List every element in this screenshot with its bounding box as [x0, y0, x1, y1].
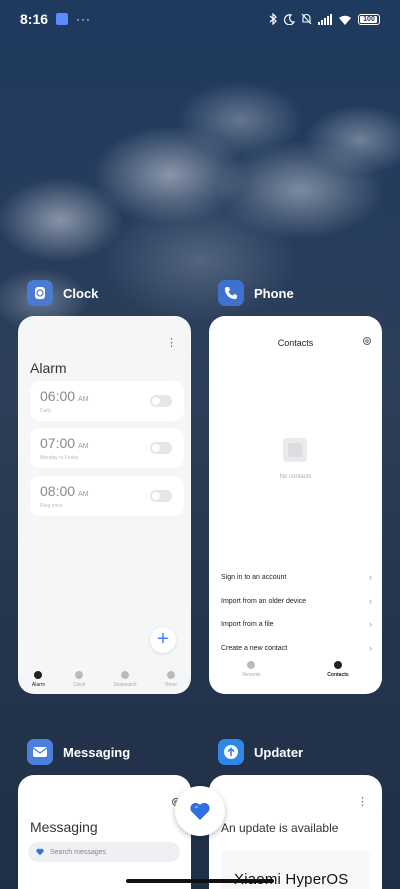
signal-icon	[318, 13, 332, 25]
row-label: Import from an older device	[221, 597, 307, 605]
phone-app-name: Phone	[254, 285, 294, 301]
alarm-subtitle: Ring once	[40, 503, 63, 509]
messaging-app-name: Messaging	[63, 744, 131, 760]
clock-bottom-nav: Alarm Clock Stopwatch Timer	[18, 671, 191, 688]
row-label: Import from a file	[221, 620, 274, 628]
stopwatch-icon	[120, 671, 129, 679]
floating-heart-button[interactable]	[175, 786, 225, 836]
contacts-screen-title: Contacts	[277, 338, 314, 348]
status-bar: 8:16 ··· 100	[0, 0, 400, 38]
phone-app-header[interactable]: Phone	[218, 280, 294, 306]
alarm-ampm: AM	[78, 443, 89, 450]
empty-contacts-icon	[283, 438, 307, 462]
alarm-icon	[34, 671, 43, 679]
updater-app-icon	[218, 739, 244, 765]
chevron-right-icon: ›	[369, 643, 372, 653]
phone-bottom-nav: Recents Contacts	[209, 661, 382, 678]
create-contact-row[interactable]: Create a new contact ›	[221, 643, 372, 653]
phone-app-card[interactable]: Contacts No contacts Sign in to an accou…	[209, 316, 382, 694]
alarm-item[interactable]: 06:00 AM Daily	[30, 381, 184, 421]
more-notifications-icon: ···	[76, 12, 92, 26]
recents-icon	[247, 661, 256, 669]
clock-app-card[interactable]: ⋮ Alarm 06:00 AM Daily 07:00 AM Monday to …	[18, 316, 191, 694]
clock-icon	[75, 671, 84, 679]
tab-label: Recents	[242, 672, 261, 678]
do-not-disturb-moon-icon	[284, 13, 295, 25]
alarm-item[interactable]: 07:00 AM Monday to Friday	[30, 428, 184, 468]
empty-contacts-text: No contacts	[279, 474, 312, 480]
clock-app-header[interactable]: Clock	[27, 280, 98, 306]
bluetooth-icon	[269, 13, 277, 25]
chevron-right-icon: ›	[369, 596, 372, 606]
tab-alarm[interactable]: Alarm	[32, 671, 45, 688]
updater-app-header[interactable]: Updater	[218, 739, 303, 765]
wifi-icon	[339, 15, 351, 25]
tab-stopwatch[interactable]: Stopwatch	[113, 671, 137, 688]
phone-app-icon	[218, 280, 244, 306]
alarm-ampm: AM	[78, 491, 89, 498]
alarm-toggle[interactable]	[150, 395, 172, 407]
silent-bell-icon	[301, 13, 312, 25]
search-placeholder: Search messages	[50, 848, 107, 856]
import-older-device-row[interactable]: Import from an older device ›	[221, 596, 372, 606]
tab-timer[interactable]: Timer	[164, 671, 177, 688]
tab-label: Contacts	[327, 672, 349, 678]
tab-label: Stopwatch	[113, 682, 137, 688]
alarm-subtitle: Monday to Friday	[40, 455, 79, 461]
tab-label: Clock	[72, 682, 86, 688]
heart-icon	[190, 802, 210, 820]
chevron-right-icon: ›	[369, 619, 372, 629]
tab-label: Timer	[164, 682, 178, 688]
tab-contacts[interactable]: Contacts	[327, 661, 349, 678]
alarm-ampm: AM	[78, 396, 89, 403]
row-label: Sign in to an account	[221, 573, 287, 581]
tab-clock[interactable]: Clock	[72, 671, 86, 688]
clock-app-name: Clock	[63, 285, 99, 301]
alarm-time: 07:00	[40, 435, 76, 451]
status-icons: 100	[269, 13, 380, 25]
update-available-title: An update is available	[221, 821, 339, 835]
messaging-screen-title: Messaging	[30, 819, 98, 835]
more-menu-icon[interactable]: ⋮	[357, 795, 368, 808]
alarm-time: 06:00	[40, 388, 76, 404]
sign-in-account-row[interactable]: Sign in to an account ›	[221, 572, 372, 582]
contacts-icon	[333, 661, 342, 669]
settings-gear-icon[interactable]	[362, 336, 372, 346]
messaging-app-icon	[27, 739, 53, 765]
more-menu-icon[interactable]: ⋮	[166, 336, 177, 349]
status-time: 8:16	[20, 11, 49, 27]
home-indicator[interactable]	[126, 879, 274, 883]
alarm-toggle[interactable]	[150, 490, 172, 502]
alarm-screen-title: Alarm	[30, 360, 67, 376]
alarm-time: 08:00	[40, 483, 76, 499]
row-label: Create a new contact	[221, 644, 288, 652]
battery-icon: 100	[358, 13, 380, 25]
alarm-item[interactable]: 08:00 AM Ring once	[30, 476, 184, 516]
messaging-app-header[interactable]: Messaging	[27, 739, 130, 765]
hourglass-icon	[166, 671, 175, 679]
tab-label: Alarm	[31, 682, 45, 688]
chevron-right-icon: ›	[369, 572, 372, 582]
import-file-row[interactable]: Import from a file ›	[221, 619, 372, 629]
clock-app-icon	[27, 280, 53, 306]
alarm-toggle[interactable]	[150, 442, 172, 454]
add-alarm-button[interactable]: +	[150, 627, 176, 653]
messaging-app-card[interactable]: Messaging Search messages	[18, 775, 191, 889]
heart-icon	[36, 848, 44, 856]
notification-app-icon	[56, 13, 69, 25]
search-messages-input[interactable]: Search messages	[28, 842, 180, 862]
battery-level: 100	[363, 15, 375, 23]
tab-recents[interactable]: Recents	[242, 661, 261, 678]
updater-app-name: Updater	[254, 744, 304, 760]
alarm-subtitle: Daily	[40, 408, 52, 414]
